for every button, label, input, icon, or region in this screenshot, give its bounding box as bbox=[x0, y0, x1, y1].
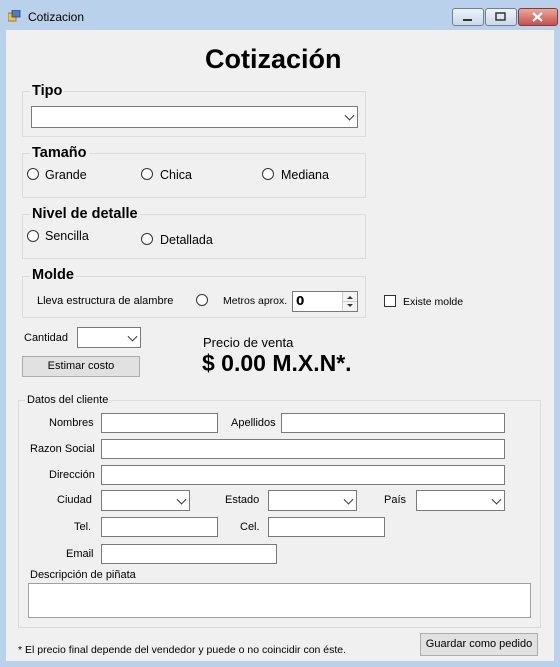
minimize-button[interactable] bbox=[452, 8, 484, 26]
cantidad-dropdown[interactable] bbox=[77, 327, 141, 348]
radio-detallada-label: Detallada bbox=[160, 233, 213, 247]
meters-value: 0 bbox=[296, 294, 305, 308]
maximize-button[interactable] bbox=[485, 8, 517, 26]
radio-mediana[interactable] bbox=[262, 168, 274, 180]
cel-field[interactable] bbox=[268, 517, 385, 537]
apellidos-label: Apellidos bbox=[231, 417, 276, 429]
razon-social-field[interactable] bbox=[101, 439, 505, 459]
form-title: Cotización bbox=[205, 44, 342, 74]
tel-label: Tel. bbox=[74, 521, 92, 533]
direccion-label: Dirección bbox=[49, 469, 95, 481]
tipo-heading: Tipo bbox=[30, 83, 65, 99]
cantidad-label: Cantidad bbox=[24, 332, 69, 344]
radio-alambre[interactable] bbox=[196, 294, 208, 306]
radio-grande[interactable] bbox=[27, 168, 39, 180]
close-icon bbox=[532, 12, 543, 22]
existe-molde-checkbox[interactable] bbox=[384, 295, 396, 307]
price-value: $ 0.00 M.X.N*. bbox=[202, 350, 352, 376]
footnote: * El precio final depende del vendedor y… bbox=[18, 644, 347, 656]
radio-mediana-label: Mediana bbox=[281, 168, 329, 182]
title-bar[interactable]: Cotizacion bbox=[0, 0, 560, 30]
tamano-heading: Tamaño bbox=[30, 145, 89, 161]
maximize-icon bbox=[495, 12, 506, 21]
tipo-dropdown[interactable] bbox=[31, 106, 358, 128]
chevron-down-icon bbox=[176, 494, 187, 505]
cliente-heading: Datos del cliente bbox=[25, 394, 111, 406]
chevron-down-icon bbox=[343, 494, 354, 505]
ciudad-label: Ciudad bbox=[57, 494, 92, 506]
meters-stepper[interactable]: 0 bbox=[292, 291, 358, 312]
descripcion-field[interactable] bbox=[28, 583, 531, 618]
minimize-icon bbox=[463, 19, 472, 21]
chevron-down-icon bbox=[491, 494, 502, 505]
chevron-down-icon bbox=[127, 331, 138, 342]
save-order-button[interactable]: Guardar como pedido bbox=[420, 633, 538, 656]
pais-dropdown[interactable] bbox=[416, 490, 505, 511]
app-icon bbox=[7, 9, 21, 22]
ciudad-dropdown[interactable] bbox=[101, 490, 190, 511]
direccion-field[interactable] bbox=[101, 465, 505, 485]
nombres-label: Nombres bbox=[49, 417, 94, 429]
radio-chica[interactable] bbox=[141, 168, 153, 180]
estado-dropdown[interactable] bbox=[268, 490, 357, 511]
window-title: Cotizacion bbox=[28, 10, 85, 24]
wire-label: Lleva estructura de alambre bbox=[37, 295, 174, 307]
price-label: Precio de venta bbox=[203, 335, 294, 350]
existe-molde-label: Existe molde bbox=[403, 296, 464, 308]
estado-label: Estado bbox=[225, 494, 260, 506]
meters-label: Metros aprox. bbox=[223, 295, 288, 307]
apellidos-field[interactable] bbox=[281, 413, 505, 433]
cel-label: Cel. bbox=[240, 521, 260, 533]
email-label: Email bbox=[66, 548, 94, 560]
razon-social-label: Razon Social bbox=[30, 443, 95, 455]
spin-arrows-icon bbox=[343, 296, 357, 307]
radio-sencilla[interactable] bbox=[27, 230, 39, 242]
close-button[interactable] bbox=[518, 8, 558, 26]
radio-grande-label: Grande bbox=[45, 168, 87, 182]
estimate-button[interactable]: Estimar costo bbox=[22, 356, 140, 377]
chevron-down-icon bbox=[344, 110, 355, 121]
radio-chica-label: Chica bbox=[160, 168, 192, 182]
email-field[interactable] bbox=[101, 544, 277, 564]
radio-detallada[interactable] bbox=[141, 233, 153, 245]
radio-sencilla-label: Sencilla bbox=[45, 229, 89, 243]
molde-heading: Molde bbox=[30, 267, 76, 283]
nombres-field[interactable] bbox=[101, 413, 218, 433]
pais-label: País bbox=[384, 494, 407, 506]
nivel-heading: Nivel de detalle bbox=[30, 206, 140, 222]
descripcion-label: Descripción de piñata bbox=[30, 569, 136, 581]
tel-field[interactable] bbox=[101, 517, 218, 537]
